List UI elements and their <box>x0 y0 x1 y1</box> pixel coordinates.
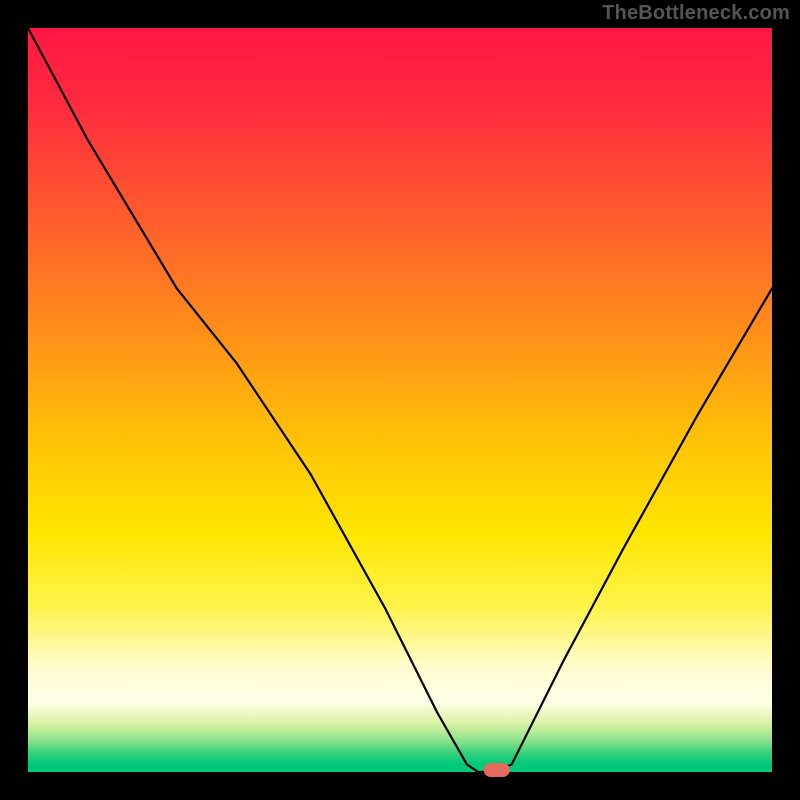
attribution-text: TheBottleneck.com <box>602 2 790 25</box>
optimum-marker <box>484 763 510 777</box>
bottleneck-chart <box>0 0 800 800</box>
plot-background <box>28 28 772 772</box>
chart-frame: TheBottleneck.com <box>0 0 800 800</box>
